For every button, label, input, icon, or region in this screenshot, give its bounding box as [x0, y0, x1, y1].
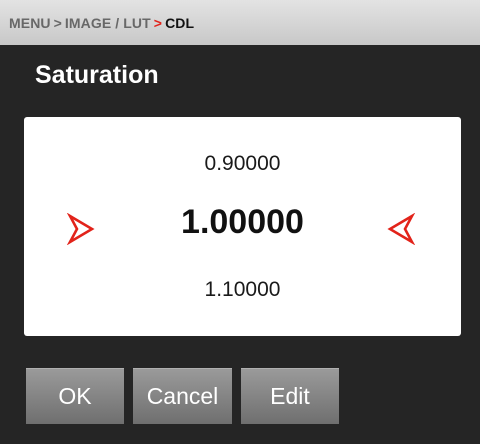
breadcrumb-section[interactable]: IMAGE / LUT: [65, 15, 151, 31]
cancel-button[interactable]: Cancel: [133, 368, 232, 424]
breadcrumb-menu[interactable]: MENU: [9, 15, 51, 31]
edit-button[interactable]: Edit: [241, 368, 339, 424]
breadcrumb-separator: >: [53, 14, 62, 31]
page-title: Saturation: [35, 61, 159, 89]
chevron-left-icon[interactable]: [387, 213, 415, 245]
previous-value[interactable]: 0.90000: [24, 152, 461, 176]
value-picker: 0.90000 1.00000 1.10000: [24, 117, 461, 336]
next-value[interactable]: 1.10000: [24, 278, 461, 302]
ok-button[interactable]: OK: [26, 368, 124, 424]
breadcrumb-current: CDL: [165, 14, 195, 31]
breadcrumb-separator-active: >: [153, 14, 163, 31]
breadcrumb: MENU > IMAGE / LUT > CDL: [0, 0, 480, 45]
